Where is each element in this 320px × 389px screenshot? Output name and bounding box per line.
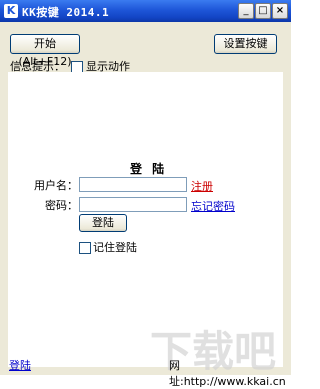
register-link[interactable]: 注册: [191, 178, 213, 194]
window-title: KK按键 2014.1: [22, 6, 110, 19]
username-label: 用户名：: [34, 179, 78, 192]
close-button[interactable]: ×: [272, 3, 288, 19]
username-input[interactable]: [79, 177, 187, 192]
forgot-password-link[interactable]: 忘记密码: [191, 198, 235, 214]
set-hotkey-button[interactable]: 设置按键: [214, 34, 277, 54]
login-button[interactable]: 登陆: [79, 214, 127, 232]
password-label: 密码：: [45, 199, 78, 212]
minimize-button[interactable]: _: [238, 3, 254, 19]
password-input[interactable]: [79, 197, 187, 212]
app-logo-icon: K: [4, 4, 18, 18]
remember-login-row[interactable]: 记住登陆: [79, 239, 137, 255]
remember-login-checkbox[interactable]: [79, 242, 91, 254]
footer-url: 网址:http://www.kkai.cn: [169, 359, 286, 388]
footer-login-link[interactable]: 登陆: [9, 357, 31, 373]
login-title: 登 陆: [130, 162, 168, 176]
maximize-button[interactable]: □: [255, 3, 271, 19]
start-button[interactable]: 开始 (Alt+F12): [10, 34, 80, 68]
app-window: K KK按键 2014.1 _ □ × 开始 (Alt+F12) 设置按键 信息…: [0, 0, 291, 388]
remember-login-label: 记住登陆: [93, 241, 137, 254]
title-bar[interactable]: K KK按键 2014.1 _ □ ×: [0, 0, 291, 22]
